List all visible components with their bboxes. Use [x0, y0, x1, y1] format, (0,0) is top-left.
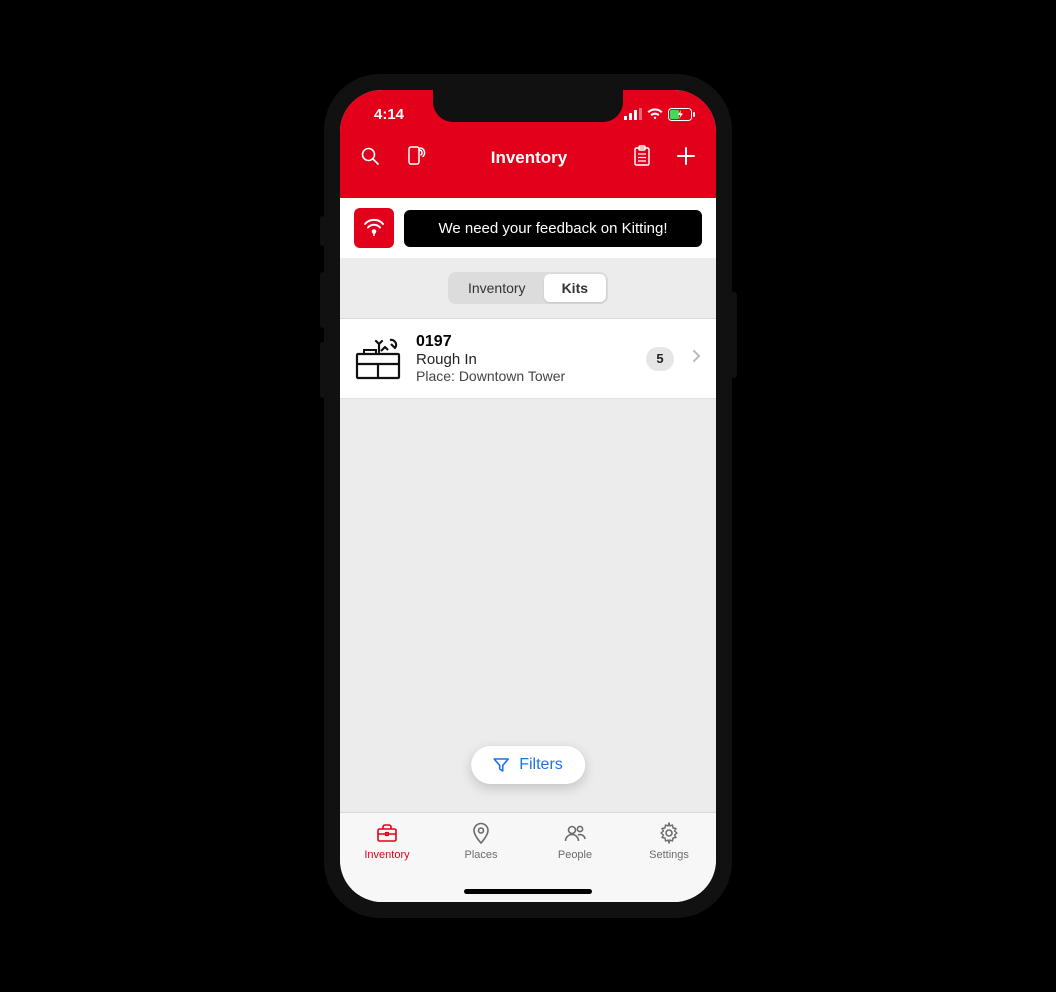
- briefcase-icon: [375, 821, 399, 845]
- list-item-text: 0197 Rough In Place: Downtown Tower: [416, 333, 632, 384]
- chevron-right-icon: [692, 349, 702, 368]
- segmented-control: Inventory Kits: [448, 272, 608, 304]
- tab-inventory-bottom[interactable]: Inventory: [340, 821, 434, 902]
- segmented-control-row: Inventory Kits: [340, 258, 716, 319]
- tab-kits[interactable]: Kits: [544, 274, 606, 302]
- status-icons: [624, 104, 696, 121]
- wifi-lock-icon: [354, 208, 394, 248]
- scanner-icon[interactable]: [404, 145, 426, 172]
- power-button: [731, 292, 737, 378]
- feedback-banner[interactable]: We need your feedback on Kitting!: [340, 198, 716, 258]
- people-icon: [563, 821, 587, 845]
- search-icon[interactable]: [360, 146, 380, 171]
- battery-charging-icon: [668, 108, 696, 121]
- status-time: 4:14: [360, 102, 404, 123]
- gear-icon: [657, 821, 681, 845]
- toolbox-icon: [354, 337, 402, 381]
- add-icon[interactable]: [676, 146, 696, 171]
- phone-screen: 4:14 Inventory: [340, 90, 716, 902]
- home-indicator[interactable]: [464, 889, 592, 894]
- notch: [433, 90, 623, 122]
- mute-switch: [320, 216, 325, 246]
- volume-down-button: [320, 342, 325, 398]
- filters-button[interactable]: Filters: [471, 746, 585, 784]
- phone-bezel: 4:14 Inventory: [324, 74, 732, 918]
- clipboard-icon[interactable]: [632, 145, 652, 172]
- feedback-banner-text: We need your feedback on Kitting!: [404, 210, 702, 247]
- tab-settings[interactable]: Settings: [622, 821, 716, 902]
- list-item-code: 0197: [416, 333, 632, 351]
- tab-inventory[interactable]: Inventory: [450, 274, 544, 302]
- nav-bar: Inventory: [340, 134, 716, 182]
- filter-icon: [493, 757, 509, 773]
- wifi-icon: [647, 108, 663, 120]
- cellular-icon: [624, 108, 642, 120]
- filters-label: Filters: [519, 756, 563, 774]
- list-item[interactable]: 0197 Rough In Place: Downtown Tower 5: [340, 319, 716, 399]
- map-pin-icon: [469, 821, 493, 845]
- list-item-name: Rough In: [416, 351, 632, 368]
- count-badge: 5: [646, 347, 674, 371]
- volume-up-button: [320, 272, 325, 328]
- page-title: Inventory: [491, 148, 568, 168]
- list-item-place: Place: Downtown Tower: [416, 368, 632, 384]
- list-area: 0197 Rough In Place: Downtown Tower 5: [340, 319, 716, 399]
